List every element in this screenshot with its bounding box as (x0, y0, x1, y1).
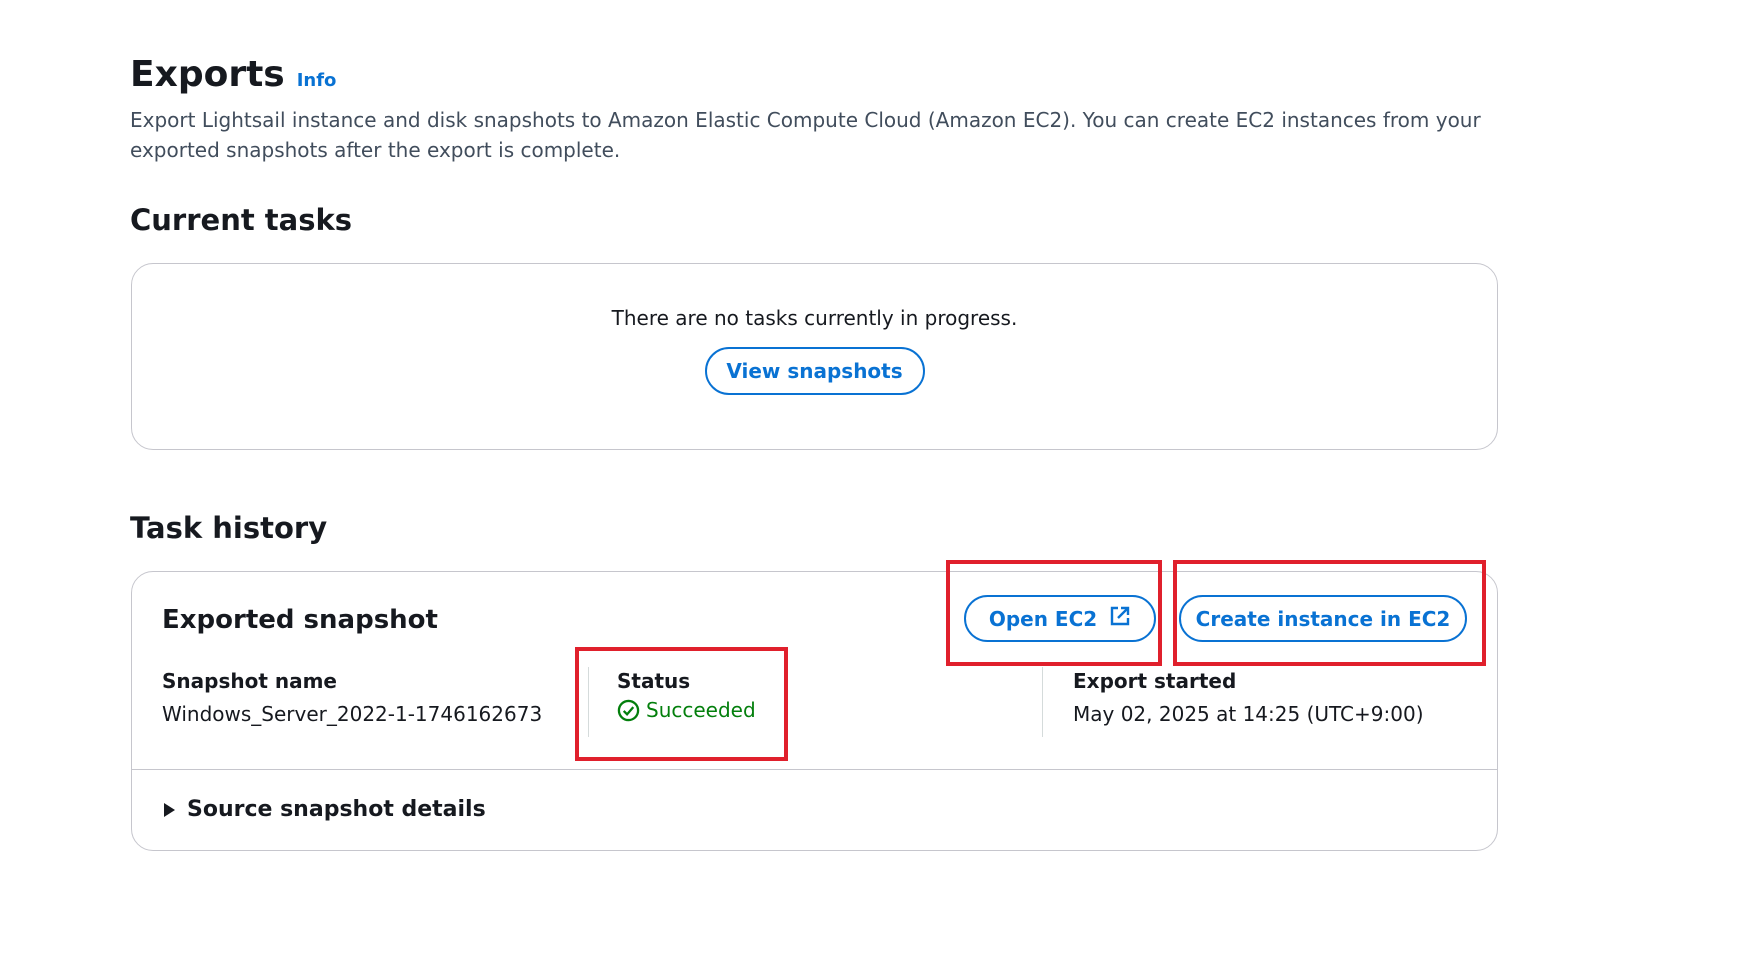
current-tasks-card: There are no tasks currently in progress… (131, 263, 1498, 450)
status-label: Status (617, 669, 691, 693)
snapshot-name-value: Windows_Server_2022-1-1746162673 (162, 702, 543, 726)
view-snapshots-button[interactable]: View snapshots (704, 347, 925, 395)
open-ec2-label: Open EC2 (988, 606, 1098, 631)
column-divider (588, 667, 589, 737)
export-started-value: May 02, 2025 at 14:25 (UTC+9:00) (1073, 702, 1424, 726)
open-ec2-button[interactable]: Open EC2 (964, 595, 1156, 642)
info-link[interactable]: Info (297, 70, 337, 91)
task-history-title: Task history (130, 511, 328, 545)
caret-right-icon (164, 802, 175, 817)
empty-tasks-message: There are no tasks currently in progress… (611, 306, 1018, 330)
title-row: Exports Info (130, 54, 1510, 95)
exported-snapshot-card: Exported snapshot Open EC2 Create instan… (131, 571, 1498, 851)
export-started-label: Export started (1073, 669, 1237, 693)
current-tasks-title: Current tasks (130, 203, 353, 237)
page-description: Export Lightsail instance and disk snaps… (130, 108, 1481, 162)
exported-snapshot-heading: Exported snapshot (162, 605, 438, 635)
external-link-icon (1109, 605, 1131, 632)
snapshot-name-label: Snapshot name (162, 669, 337, 693)
export-started-field: Export started May 02, 2025 at 14:25 (UT… (1073, 669, 1424, 726)
page-title: Exports (130, 54, 285, 95)
status-value: Succeeded (646, 698, 756, 722)
source-snapshot-details-label: Source snapshot details (187, 797, 486, 822)
snapshot-name-field: Snapshot name Windows_Server_2022-1-1746… (162, 669, 542, 726)
source-snapshot-details-expander[interactable]: Source snapshot details (164, 797, 486, 822)
status-field: Status Succeeded (617, 669, 756, 722)
create-instance-in-ec2-button[interactable]: Create instance in EC2 (1179, 595, 1467, 642)
check-circle-icon (617, 699, 640, 722)
status-indicator: Succeeded (617, 698, 756, 722)
exports-page: Exports Info Export Lightsail instance a… (0, 0, 1742, 971)
column-divider (1042, 667, 1043, 737)
page-header: Exports Info Export Lightsail instance a… (130, 54, 1510, 165)
card-divider (132, 769, 1497, 770)
